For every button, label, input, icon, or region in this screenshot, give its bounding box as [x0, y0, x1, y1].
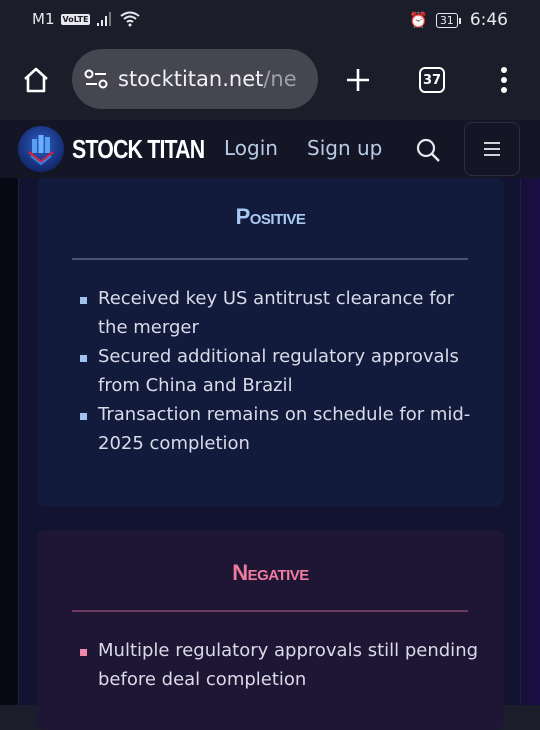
positive-list: Received key US antitrust clearance for … [80, 284, 480, 458]
list-item: Multiple regulatory approvals still pend… [80, 636, 480, 694]
login-link[interactable]: Login [224, 136, 278, 160]
carrier-label: M1 [32, 10, 55, 28]
brand-name[interactable]: STOCK TITAN [72, 134, 205, 165]
home-button[interactable] [18, 62, 54, 98]
search-button[interactable] [412, 134, 444, 166]
list-item: Received key US antitrust clearance for … [80, 284, 480, 342]
hamburger-icon [484, 142, 500, 156]
bullet-icon [80, 355, 87, 362]
site-header: STOCK TITAN Login Sign up [0, 120, 540, 178]
signup-link[interactable]: Sign up [307, 136, 382, 160]
stock-titan-logo[interactable] [18, 126, 64, 172]
plus-icon [347, 69, 369, 91]
volte-icon: VoLTE [60, 13, 91, 25]
url-domain: stocktitan.net [118, 67, 264, 91]
negative-divider [72, 610, 468, 612]
list-item: Transaction remains on schedule for mid-… [80, 400, 480, 458]
sentiment-panel: Positive Received key US antitrust clear… [18, 178, 521, 730]
clock: 6:46 [469, 10, 508, 30]
bullet-icon [80, 649, 87, 656]
list-item: Secured additional regulatory approvals … [80, 342, 480, 400]
more-vertical-icon [501, 67, 507, 93]
negative-card: Negative Multiple regulatory approvals s… [37, 530, 504, 730]
positive-divider [72, 258, 468, 260]
search-icon [416, 138, 440, 162]
page-content: Positive Received key US antitrust clear… [0, 178, 540, 730]
address-bar[interactable]: stocktitan.net/ne [72, 49, 318, 109]
browser-toolbar: stocktitan.net/ne 37 [0, 38, 540, 120]
battery-icon: 31 [435, 12, 461, 28]
tab-switcher-button[interactable]: 37 [414, 62, 450, 98]
hamburger-menu-button[interactable] [464, 122, 520, 176]
bullet-icon [80, 413, 87, 420]
negative-list: Multiple regulatory approvals still pend… [80, 636, 480, 694]
home-icon [24, 67, 48, 93]
wifi-icon [120, 11, 141, 27]
signal-icon [97, 12, 112, 26]
bullet-icon [80, 297, 87, 304]
alarm-icon: ⏰ [409, 11, 428, 29]
site-settings-icon [84, 69, 108, 89]
negative-title: Negative [232, 560, 309, 585]
positive-title: Positive [235, 204, 306, 229]
positive-card: Positive Received key US antitrust clear… [37, 178, 504, 506]
tab-count: 37 [419, 67, 445, 93]
more-menu-button[interactable] [486, 62, 522, 98]
url-path: /ne [263, 67, 297, 91]
status-bar: M1 VoLTE ⏰ 31 6:46 [0, 0, 540, 38]
new-tab-button[interactable] [340, 62, 376, 98]
